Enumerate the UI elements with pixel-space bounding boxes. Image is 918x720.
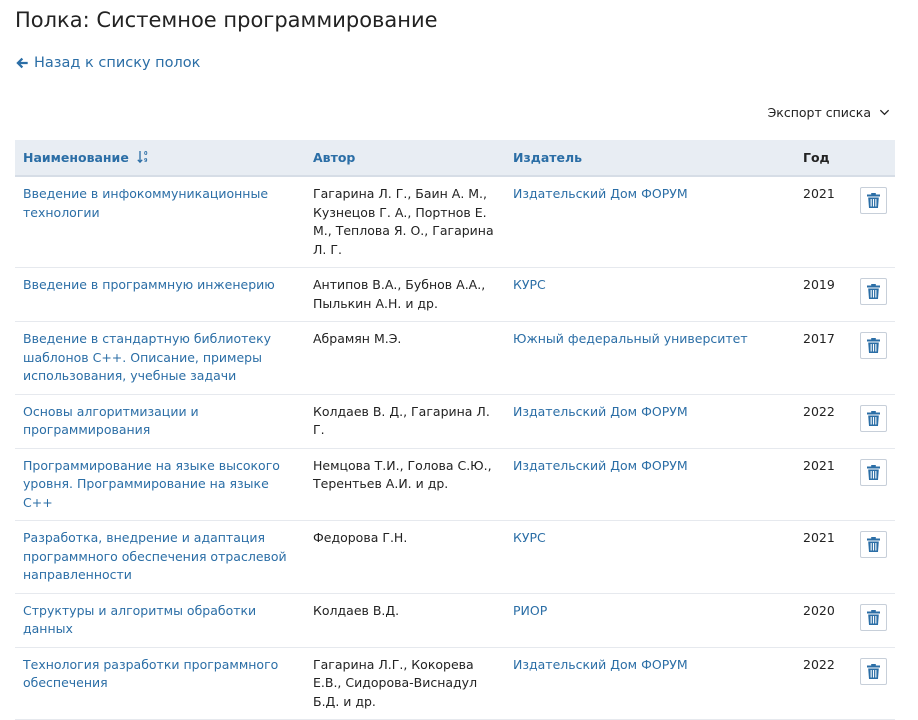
delete-button[interactable] xyxy=(860,187,887,214)
shelf-books-table: Наименование 0 9 Автор Издатель Год Введ… xyxy=(15,140,895,720)
book-publisher-link[interactable]: РИОР xyxy=(505,593,795,647)
book-publisher-link[interactable]: Издательский Дом ФОРУМ xyxy=(505,394,795,448)
table-row: Разработка, внедрение и адаптация програ… xyxy=(15,521,895,594)
book-author: Гагарина Л.Г., Кокорева Е.В., Сидорова-В… xyxy=(313,656,478,709)
table-row: Введение в инфокоммуникационные технолог… xyxy=(15,176,895,268)
trash-icon xyxy=(867,537,880,552)
book-year: 2022 xyxy=(803,403,835,419)
page-title: Полка: Системное программирование xyxy=(15,8,438,32)
row-actions xyxy=(845,268,895,322)
book-author: Колдаев В. Д., Гагарина Л. Г. xyxy=(313,403,490,438)
delete-button[interactable] xyxy=(860,278,887,305)
row-actions xyxy=(845,593,895,647)
column-header-publisher[interactable]: Издатель xyxy=(505,140,795,176)
column-header-actions xyxy=(845,140,895,176)
book-author: Федорова Г.Н. xyxy=(313,530,408,545)
row-actions xyxy=(845,521,895,594)
svg-text:9: 9 xyxy=(144,158,148,164)
trash-icon xyxy=(867,663,880,679)
delete-button[interactable] xyxy=(860,458,887,486)
table-row: Технология разработки программного обесп… xyxy=(15,647,895,720)
table-row: Введение в программную инженерию Антипов… xyxy=(15,268,895,322)
book-author: Антипов В.А., Бубнов А.А., Пылькин А.Н. … xyxy=(313,277,486,311)
book-title-link[interactable]: Технология разработки программного обесп… xyxy=(15,647,305,720)
table-row: Структуры и алгоритмы обработки данных К… xyxy=(15,593,895,647)
row-actions xyxy=(845,322,895,395)
row-actions xyxy=(845,176,895,268)
book-title-link[interactable]: Программирование на языке высокого уровн… xyxy=(15,448,305,521)
book-year: 2017 xyxy=(803,331,835,346)
trash-icon xyxy=(867,410,880,426)
table-row: Программирование на языке высокого уровн… xyxy=(15,448,895,521)
column-header-title[interactable]: Наименование 0 9 xyxy=(15,140,305,176)
trash-icon xyxy=(867,609,880,625)
book-year: 2021 xyxy=(803,457,835,473)
book-title-link[interactable]: Введение в инфокоммуникационные технолог… xyxy=(15,176,305,268)
delete-button[interactable] xyxy=(860,332,887,359)
arrow-left-icon xyxy=(16,57,28,69)
chevron-down-icon xyxy=(879,109,890,116)
trash-icon xyxy=(867,464,880,480)
trash-icon xyxy=(867,284,880,299)
sort-ascending-icon[interactable]: 0 9 xyxy=(137,150,149,164)
svg-text:0: 0 xyxy=(144,151,148,157)
book-publisher-link[interactable]: КУРС xyxy=(505,521,795,594)
book-title-link[interactable]: Разработка, внедрение и адаптация програ… xyxy=(15,521,305,594)
column-header-author[interactable]: Автор xyxy=(305,140,505,176)
book-year: 2021 xyxy=(803,186,835,201)
book-title-link[interactable]: Введение в программную инженерию xyxy=(15,268,305,322)
delete-button[interactable] xyxy=(860,603,887,631)
delete-button[interactable] xyxy=(860,404,887,432)
book-author: Немцова Т.И., Голова С.Ю., Терентьев А.И… xyxy=(313,457,492,492)
trash-icon xyxy=(867,338,880,353)
book-year: 2019 xyxy=(803,277,835,292)
book-publisher-link[interactable]: Южный федеральный университет xyxy=(505,322,795,395)
back-link-label: Назад к списку полок xyxy=(34,55,201,71)
book-year: 2020 xyxy=(803,602,835,618)
table-header-row: Наименование 0 9 Автор Издатель Год xyxy=(15,140,895,176)
delete-button[interactable] xyxy=(860,657,887,685)
row-actions xyxy=(845,647,895,720)
book-title-link[interactable]: Введение в стандартную библиотеку шаблон… xyxy=(15,322,305,395)
book-title-link[interactable]: Структуры и алгоритмы обработки данных xyxy=(15,593,305,647)
row-actions xyxy=(845,448,895,521)
book-author: Колдаев В.Д. xyxy=(313,602,400,618)
delete-button[interactable] xyxy=(860,531,887,558)
book-publisher-link[interactable]: Издательский Дом ФОРУМ xyxy=(505,647,795,720)
book-publisher-link[interactable]: КУРС xyxy=(505,268,795,322)
book-author: Абрамян М.Э. xyxy=(313,331,402,346)
row-actions xyxy=(845,394,895,448)
book-publisher-link[interactable]: Издательский Дом ФОРУМ xyxy=(505,448,795,521)
book-year: 2022 xyxy=(803,656,835,672)
book-title-link[interactable]: Основы алгоритмизации и программирования xyxy=(15,394,305,448)
table-row: Введение в стандартную библиотеку шаблон… xyxy=(15,322,895,395)
table-row: Основы алгоритмизации и программирования… xyxy=(15,394,895,448)
book-author: Гагарина Л. Г., Баин А. М., Кузнецов Г. … xyxy=(313,186,494,257)
trash-icon xyxy=(867,193,880,208)
book-year: 2021 xyxy=(803,530,835,545)
export-list-label: Экспорт списка xyxy=(767,105,871,120)
export-list-dropdown[interactable]: Экспорт списка xyxy=(768,105,890,120)
column-header-year: Год xyxy=(803,150,830,165)
back-to-shelves-link[interactable]: Назад к списку полок xyxy=(15,55,200,71)
book-publisher-link[interactable]: Издательский Дом ФОРУМ xyxy=(505,176,795,268)
